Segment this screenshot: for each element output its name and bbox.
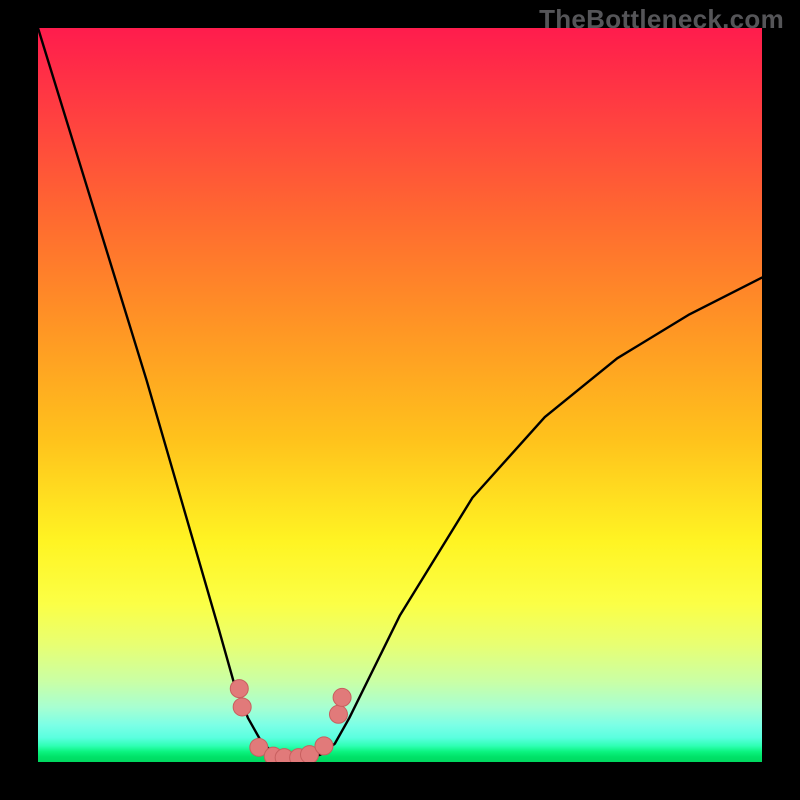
curve-line [38,28,762,758]
chart-frame: TheBottleneck.com [0,0,800,800]
watermark-text: TheBottleneck.com [539,4,784,35]
plot-area [38,28,762,762]
chart-svg [38,28,762,762]
